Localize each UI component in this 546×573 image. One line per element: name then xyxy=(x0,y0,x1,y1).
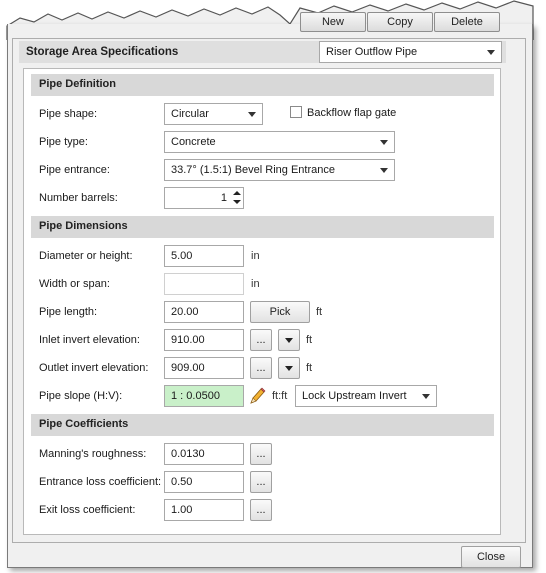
number-barrels-label: Number barrels: xyxy=(39,192,118,204)
pipe-length-field[interactable]: 20.00 xyxy=(164,301,244,323)
section-title: Pipe Coefficients xyxy=(39,418,129,430)
chevron-down-icon xyxy=(487,50,495,55)
section-pipe-definition: Pipe Definition xyxy=(31,74,494,96)
exit-loss-label: Exit loss coefficient: xyxy=(39,504,136,516)
chevron-down-icon xyxy=(380,168,388,173)
inlet-invert-label: Inlet invert elevation: xyxy=(39,334,140,346)
diameter-unit: in xyxy=(251,250,260,262)
entrance-loss-ellipsis-button[interactable]: ... xyxy=(250,471,272,493)
diameter-label: Diameter or height: xyxy=(39,250,133,262)
manning-ellipsis-button[interactable]: ... xyxy=(250,443,272,465)
chevron-down-icon xyxy=(248,112,256,117)
section-pipe-coefficients: Pipe Coefficients xyxy=(31,414,494,436)
width-unit: in xyxy=(251,278,260,290)
pipe-type-label: Pipe type: xyxy=(39,136,88,148)
manning-value: 0.0130 xyxy=(171,448,205,460)
pipe-length-label: Pipe length: xyxy=(39,306,98,318)
spin-up-icon[interactable] xyxy=(233,191,241,195)
pipe-entrance-value: 33.7° (1.5:1) Bevel Ring Entrance xyxy=(171,164,335,176)
exit-loss-field[interactable]: 1.00 xyxy=(164,499,244,521)
pipe-shape-label: Pipe shape: xyxy=(39,108,98,120)
section-title: Pipe Dimensions xyxy=(39,220,128,232)
backflow-flap-gate-label: Backflow flap gate xyxy=(307,107,397,119)
chevron-down-icon xyxy=(422,394,430,399)
panel-title: Storage Area Specifications xyxy=(26,46,179,58)
pipe-type-value: Concrete xyxy=(171,136,216,148)
outlet-menu-button[interactable] xyxy=(278,357,300,379)
manning-field[interactable]: 0.0130 xyxy=(164,443,244,465)
inlet-invert-field[interactable]: 910.00 xyxy=(164,329,244,351)
exit-loss-ellipsis-button[interactable]: ... xyxy=(250,499,272,521)
inlet-ellipsis-button[interactable]: ... xyxy=(250,329,272,351)
outflow-selector-value: Riser Outflow Pipe xyxy=(326,46,418,58)
pipe-slope-unit: ft:ft xyxy=(272,390,288,402)
outlet-invert-value: 909.00 xyxy=(171,362,205,374)
outlet-invert-label: Outlet invert elevation: xyxy=(39,362,149,374)
entrance-loss-field[interactable]: 0.50 xyxy=(164,471,244,493)
spin-down-icon[interactable] xyxy=(233,200,241,204)
entrance-loss-value: 0.50 xyxy=(171,476,193,488)
diameter-field[interactable]: 5.00 xyxy=(164,245,244,267)
pipe-shape-value: Circular xyxy=(171,108,209,120)
chevron-down-icon xyxy=(285,337,293,343)
pipe-length-unit: ft xyxy=(316,306,323,318)
lock-invert-dropdown[interactable]: Lock Upstream Invert xyxy=(295,385,437,407)
backflow-flap-gate-checkbox[interactable] xyxy=(290,106,302,118)
pipe-slope-value: 1 : 0.0500 xyxy=(171,390,220,402)
pipe-shape-dropdown[interactable]: Circular xyxy=(164,103,263,125)
copy-button[interactable]: Copy xyxy=(367,12,433,32)
pipe-entrance-dropdown[interactable]: 33.7° (1.5:1) Bevel Ring Entrance xyxy=(164,159,395,181)
outlet-invert-unit: ft xyxy=(306,362,313,374)
pipe-slope-field[interactable]: 1 : 0.0500 xyxy=(164,385,244,407)
pipe-entrance-label: Pipe entrance: xyxy=(39,164,110,176)
diameter-value: 5.00 xyxy=(171,250,193,262)
pencil-icon[interactable] xyxy=(247,385,267,407)
outlet-ellipsis-button[interactable]: ... xyxy=(250,357,272,379)
chevron-down-icon xyxy=(285,365,293,371)
outlet-invert-field[interactable]: 909.00 xyxy=(164,357,244,379)
pipe-slope-label: Pipe slope (H:V): xyxy=(39,390,123,402)
outflow-selector-dropdown[interactable]: Riser Outflow Pipe xyxy=(319,41,502,63)
close-button[interactable]: Close xyxy=(461,546,521,568)
chevron-down-icon xyxy=(380,140,388,145)
exit-loss-value: 1.00 xyxy=(171,504,193,516)
delete-button[interactable]: Delete xyxy=(434,12,500,32)
section-pipe-dimensions: Pipe Dimensions xyxy=(31,216,494,238)
inlet-invert-value: 910.00 xyxy=(171,334,205,346)
new-button[interactable]: New xyxy=(300,12,366,32)
width-label: Width or span: xyxy=(39,278,110,290)
entrance-loss-label: Entrance loss coefficient: xyxy=(39,476,162,488)
barrels-spin-buttons[interactable] xyxy=(231,187,242,209)
manning-label: Manning's roughness: xyxy=(39,448,147,460)
section-title: Pipe Definition xyxy=(39,78,116,90)
inlet-invert-unit: ft xyxy=(306,334,313,346)
number-barrels-value: 1 xyxy=(220,192,227,204)
width-field[interactable] xyxy=(164,273,244,295)
lock-invert-value: Lock Upstream Invert xyxy=(302,390,407,402)
pipe-type-dropdown[interactable]: Concrete xyxy=(164,131,395,153)
pipe-length-value: 20.00 xyxy=(171,306,199,318)
pick-button[interactable]: Pick xyxy=(250,301,310,323)
inlet-menu-button[interactable] xyxy=(278,329,300,351)
